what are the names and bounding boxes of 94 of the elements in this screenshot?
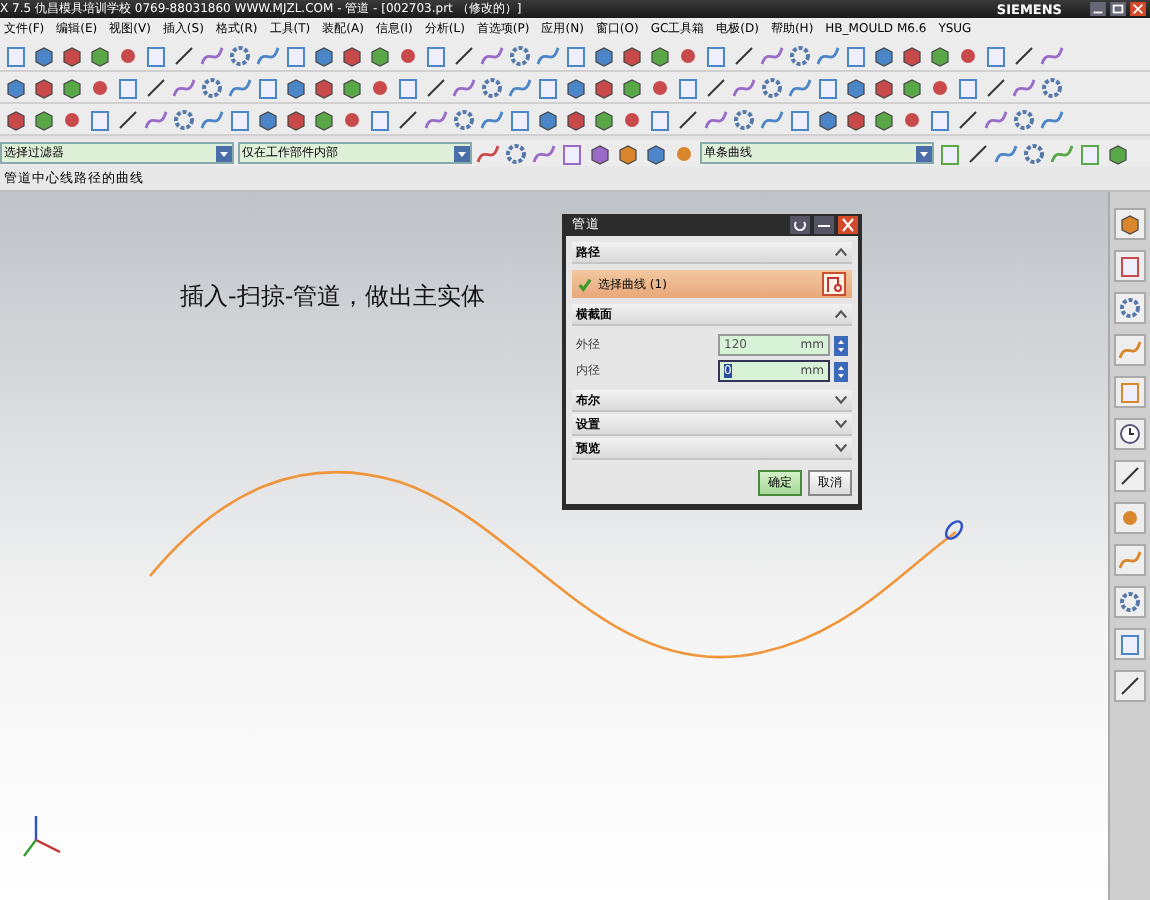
gear-icon[interactable]	[480, 75, 504, 99]
clock-icon[interactable]	[1118, 422, 1142, 446]
sheet-icon[interactable]	[1118, 380, 1142, 404]
sheet-icon[interactable]	[4, 43, 28, 67]
line-icon[interactable]	[452, 43, 476, 67]
gear-icon[interactable]	[1012, 107, 1036, 131]
line-icon[interactable]	[732, 43, 756, 67]
sheet-icon[interactable]	[560, 141, 584, 165]
curve-icon[interactable]	[788, 75, 812, 99]
point-icon[interactable]	[956, 43, 980, 67]
curve-icon[interactable]	[816, 43, 840, 67]
point-icon[interactable]	[928, 75, 952, 99]
sheet-icon[interactable]	[508, 107, 532, 131]
spin-icon[interactable]	[834, 335, 848, 355]
point-icon[interactable]	[676, 43, 700, 67]
line-icon[interactable]	[984, 75, 1008, 99]
curve-icon[interactable]	[476, 141, 500, 165]
curve-icon[interactable]	[760, 107, 784, 131]
annotation-text: 插入-扫掠-管道，做出主实体	[180, 280, 486, 314]
point-icon[interactable]	[396, 43, 420, 67]
point-icon[interactable]	[368, 75, 392, 99]
line-icon[interactable]	[144, 75, 168, 99]
sheet-icon[interactable]	[536, 75, 560, 99]
gear-icon[interactable]	[452, 107, 476, 131]
gear-icon[interactable]	[504, 141, 528, 165]
circle-marker	[944, 520, 964, 540]
gear-icon[interactable]	[788, 43, 812, 67]
sheet-icon[interactable]	[816, 75, 840, 99]
point-icon[interactable]	[60, 107, 84, 131]
dropdown-arrow-icon[interactable]	[454, 145, 470, 161]
dropdown-arrow-icon[interactable]	[916, 145, 932, 161]
gear-icon[interactable]	[1118, 296, 1142, 320]
chevron-icon[interactable]	[834, 418, 848, 430]
curve-icon[interactable]	[200, 107, 224, 131]
sheet-icon[interactable]	[844, 43, 868, 67]
reset-icon[interactable]	[790, 216, 810, 234]
dropdown-arrow-icon[interactable]	[216, 145, 232, 161]
line-icon[interactable]	[116, 107, 140, 131]
close-icon[interactable]	[838, 216, 858, 234]
sheet-icon[interactable]	[1118, 632, 1142, 656]
point-icon[interactable]	[648, 75, 672, 99]
gear-icon[interactable]	[1022, 141, 1046, 165]
line-icon[interactable]	[396, 107, 420, 131]
line-icon[interactable]	[1118, 674, 1142, 698]
sheet-icon[interactable]	[1118, 254, 1142, 278]
line-icon[interactable]	[1118, 464, 1142, 488]
gear-icon[interactable]	[508, 43, 532, 67]
minimize-icon[interactable]	[1090, 2, 1106, 16]
gear-icon[interactable]	[1118, 590, 1142, 614]
curve-icon[interactable]	[480, 107, 504, 131]
spin-icon[interactable]	[834, 361, 848, 381]
line-icon[interactable]	[172, 43, 196, 67]
line-icon[interactable]	[1012, 43, 1036, 67]
axis-triad	[23, 816, 61, 857]
curve-icon[interactable]	[1040, 107, 1064, 131]
point-icon[interactable]	[340, 107, 364, 131]
point-icon[interactable]	[900, 107, 924, 131]
line-icon[interactable]	[966, 141, 990, 165]
chevron-icon[interactable]	[834, 394, 848, 406]
sheet-icon[interactable]	[228, 107, 252, 131]
gear-icon[interactable]	[760, 75, 784, 99]
gear-icon[interactable]	[200, 75, 224, 99]
line-icon[interactable]	[956, 107, 980, 131]
sheet-icon[interactable]	[788, 107, 812, 131]
sheet-icon[interactable]	[256, 75, 280, 99]
gear-icon[interactable]	[1040, 75, 1064, 99]
sheet-icon[interactable]	[564, 43, 588, 67]
curve-icon[interactable]	[228, 75, 252, 99]
chevron-icon[interactable]	[834, 308, 848, 320]
curve-select-icon[interactable]	[822, 272, 846, 296]
chevron-icon[interactable]	[834, 442, 848, 454]
curve-icon[interactable]	[1118, 548, 1142, 572]
line-icon[interactable]	[704, 75, 728, 99]
point-icon[interactable]	[88, 75, 112, 99]
line-icon[interactable]	[676, 107, 700, 131]
gear-icon[interactable]	[228, 43, 252, 67]
gear-icon[interactable]	[172, 107, 196, 131]
point-icon[interactable]	[620, 107, 644, 131]
point-icon[interactable]	[1118, 506, 1142, 530]
chevron-icon[interactable]	[834, 246, 848, 258]
curve-icon[interactable]	[256, 43, 280, 67]
cube-icon[interactable]	[1118, 212, 1142, 236]
maximize-icon[interactable]	[1110, 2, 1126, 16]
curve-icon[interactable]	[532, 141, 556, 165]
minimize-icon[interactable]	[814, 216, 834, 234]
curve-icon[interactable]	[1050, 141, 1074, 165]
curve-icon[interactable]	[508, 75, 532, 99]
gear-icon[interactable]	[732, 107, 756, 131]
line-icon[interactable]	[424, 75, 448, 99]
point-icon[interactable]	[116, 43, 140, 67]
curve-icon[interactable]	[536, 43, 560, 67]
sheet-icon[interactable]	[284, 43, 308, 67]
curve-icon[interactable]	[1118, 338, 1142, 362]
close-icon[interactable]	[1130, 2, 1146, 16]
